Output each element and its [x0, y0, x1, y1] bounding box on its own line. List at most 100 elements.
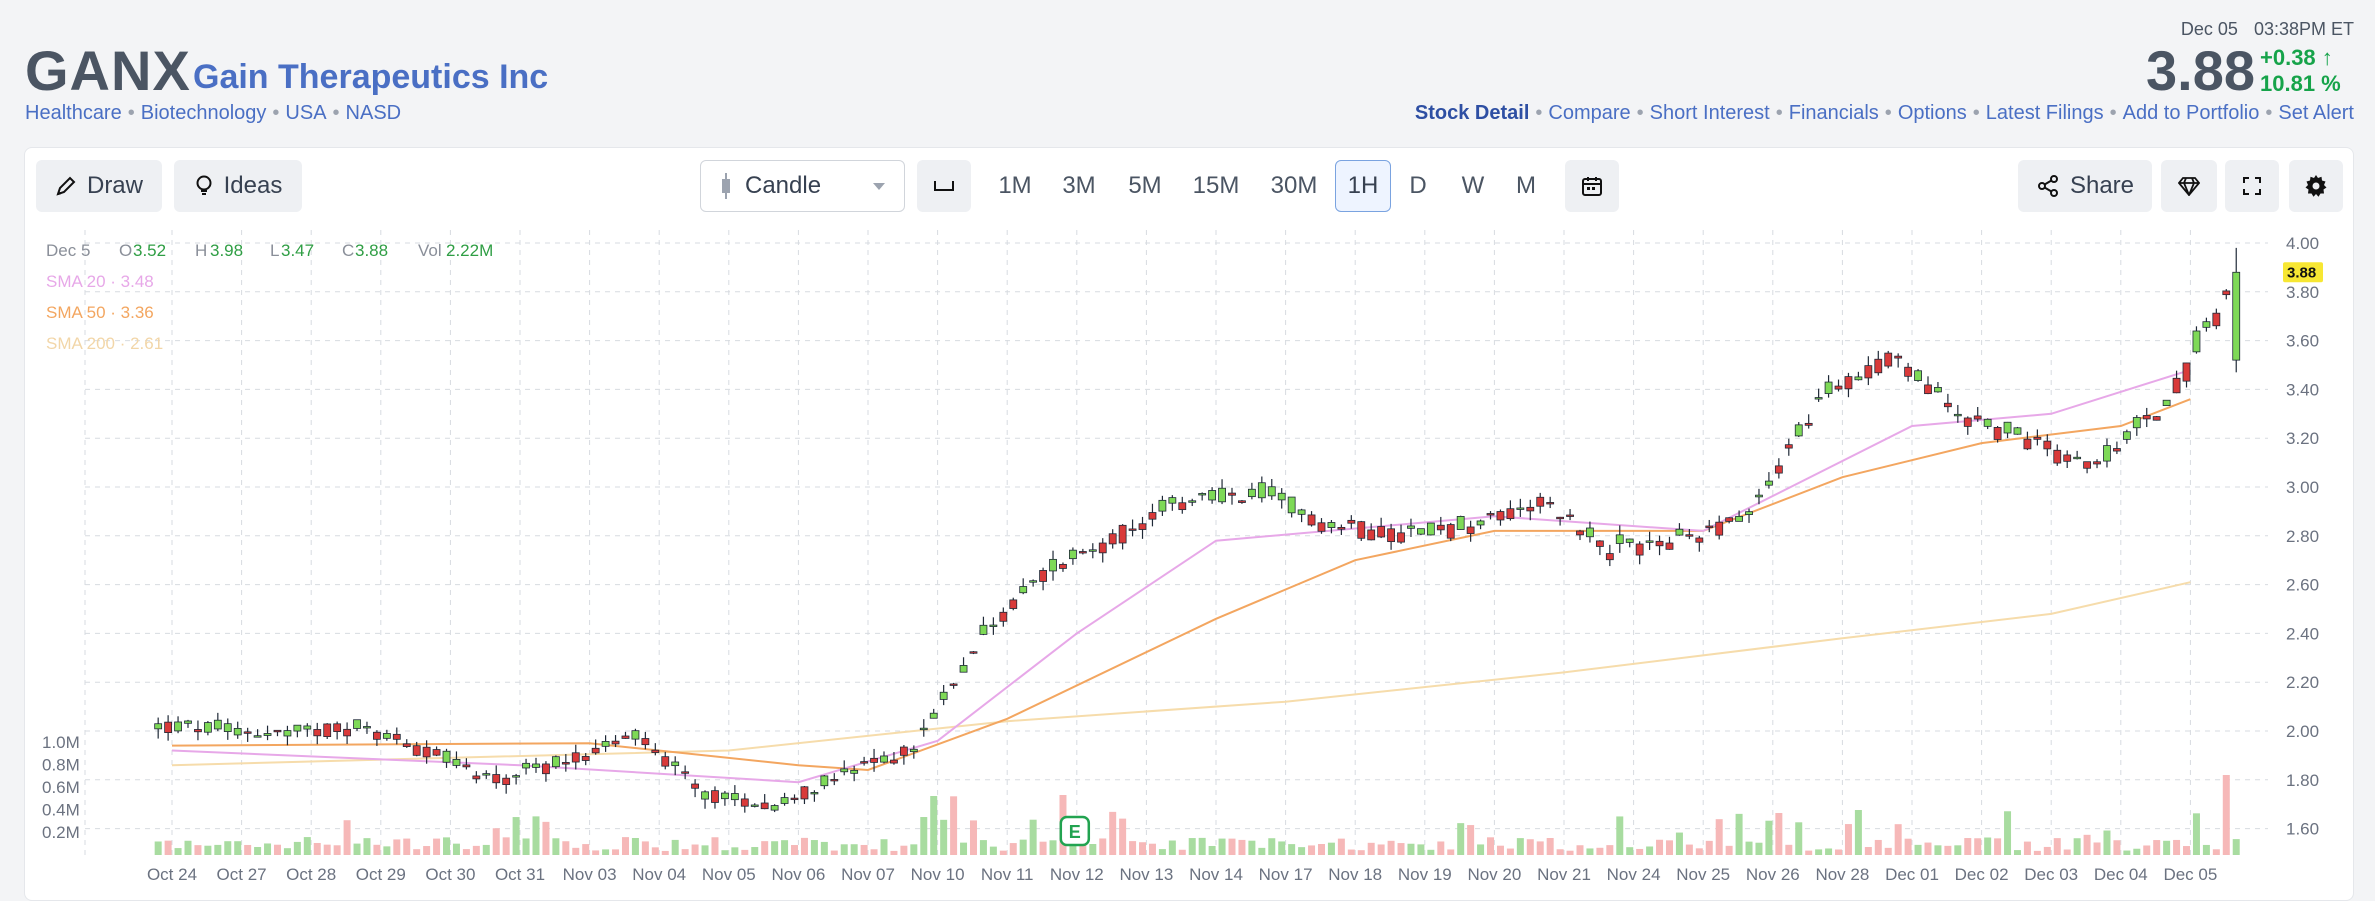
volume-bar [1417, 844, 1425, 855]
candle-body [1446, 524, 1455, 539]
sma20-path [171, 368, 2191, 784]
candle-body [730, 793, 739, 801]
candle-body [363, 726, 371, 729]
volume-tick-label: 1.0M [42, 733, 80, 752]
candle-body [432, 749, 441, 756]
price-tick-label: 3.00 [2286, 478, 2319, 497]
volume-bar [1636, 848, 1644, 855]
time-tick-label: Dec 03 [2024, 865, 2078, 884]
volume-bar [1984, 837, 1992, 855]
candle-body [1456, 516, 1465, 530]
volume-bar [1616, 816, 1624, 855]
time-tick-label: Nov 03 [563, 865, 617, 884]
candle-body [919, 727, 928, 731]
volume-bar [254, 846, 262, 855]
volume-bar [1755, 842, 1763, 855]
volume-bar [1487, 837, 1495, 855]
time-tick-label: Nov 10 [911, 865, 965, 884]
candle-body [1426, 522, 1435, 536]
volume-bar [1089, 844, 1097, 855]
candle-body [810, 792, 819, 795]
volume-axis: 0.2M 0.4M 0.6M 0.8M 1.0M [42, 733, 80, 842]
candle-body [999, 611, 1008, 622]
volume-bar [2123, 850, 2131, 855]
volume-bar [711, 837, 719, 855]
candle-body [2232, 271, 2241, 361]
volume-bar [1715, 819, 1723, 855]
volume-bar [154, 841, 162, 855]
candle-body [2043, 440, 2052, 450]
volume-bar [1725, 845, 1733, 855]
volume-bar [741, 849, 749, 855]
time-tick-label: Nov 11 [981, 865, 1034, 884]
candle-body [1784, 444, 1793, 449]
earnings-marker[interactable]: E [1059, 815, 1091, 847]
candle-body [1993, 427, 2002, 440]
volume-bar [1168, 840, 1176, 855]
legend-l-label: L [270, 241, 279, 260]
volume-bar [2043, 846, 2051, 855]
volume-bar [1188, 838, 1196, 855]
candle-body [323, 723, 332, 737]
volume-bar [1974, 838, 1982, 855]
volume-bar [592, 850, 600, 855]
candle-body [303, 725, 312, 730]
time-tick-label: Oct 24 [147, 865, 197, 884]
volume-bar [1477, 844, 1485, 855]
candle-body [2182, 362, 2191, 382]
volume-bar [1039, 841, 1047, 855]
candle-body [1088, 549, 1097, 552]
candle-body [203, 722, 212, 733]
candle-body [1228, 492, 1236, 496]
volume-bar [1158, 849, 1166, 855]
price-tick-label: 4.00 [2286, 234, 2319, 253]
volume-bar [2192, 813, 2200, 855]
candle-body [1725, 517, 1734, 522]
volume-bar [681, 849, 689, 855]
candle-body [482, 773, 491, 776]
price-chart[interactable]: 1.60 1.80 2.00 2.20 2.40 2.60 2.80 3.00 3.20 3.40… [0, 0, 2375, 899]
candle-body [502, 777, 511, 785]
candle-body [1904, 366, 1913, 377]
price-tick-label: 3.40 [2286, 380, 2319, 399]
volume-bar [1288, 844, 1296, 855]
volume-bar [234, 841, 242, 855]
volume-bar [1397, 843, 1405, 855]
volume-bar [950, 796, 958, 855]
volume-bar [403, 838, 411, 855]
candle-body [1665, 542, 1674, 550]
volume-bar [492, 828, 500, 855]
legend-vol-label: Vol [418, 241, 442, 260]
volume-bar [900, 845, 908, 855]
volume-bar [1695, 848, 1703, 855]
candle-body [721, 792, 729, 800]
volume-bar [1019, 839, 1027, 855]
candle-body [273, 729, 282, 733]
legend-h-label: H [195, 241, 207, 260]
volume-bar [1178, 849, 1186, 855]
volume-bar [1049, 840, 1057, 855]
volume-bar [771, 841, 779, 855]
volume-bar [612, 849, 620, 855]
candle-body [1615, 534, 1624, 544]
candle-body [283, 730, 292, 737]
candle-body [1138, 523, 1147, 530]
volume-bar [1665, 840, 1673, 855]
legend-c-label: C [342, 241, 354, 260]
candle-body [1118, 524, 1127, 544]
volume-bar [1437, 841, 1445, 855]
candle-body [1218, 487, 1226, 503]
legend-close: 3.88 [355, 241, 388, 260]
candle-body [850, 769, 859, 774]
volume-bar [353, 843, 361, 855]
volume-bar [293, 841, 301, 855]
candle-body [442, 750, 451, 763]
time-tick-label: Nov 18 [1328, 865, 1382, 884]
volume-bar [1119, 818, 1127, 855]
volume-bar [1934, 845, 1942, 855]
candle-body [1924, 384, 1932, 395]
volume-bar [2004, 811, 2012, 855]
volume-bar [1954, 845, 1962, 855]
volume-bar [343, 820, 351, 855]
last-price-label: 3.88 [2287, 264, 2316, 281]
